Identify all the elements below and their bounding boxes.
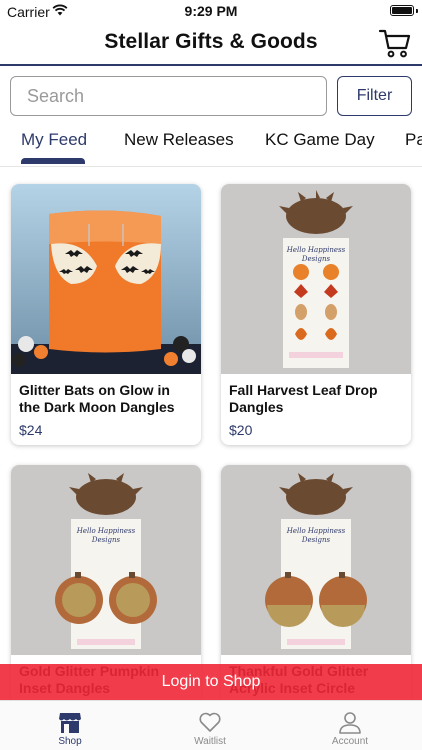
tabbar-item-account[interactable]: Account bbox=[280, 701, 420, 750]
tabbar-label: Account bbox=[331, 736, 369, 747]
product-image: Hello Happiness Designs bbox=[221, 465, 411, 655]
category-tabs: My Feed New Releases KC Game Day Pa bbox=[0, 122, 422, 166]
svg-text:Designs: Designs bbox=[91, 536, 121, 544]
filter-button[interactable]: Filter bbox=[337, 76, 412, 116]
product-title: Glitter Bats on Glow in the Dark Moon Da… bbox=[19, 382, 175, 415]
page-title: Stellar Gifts & Goods bbox=[104, 30, 318, 53]
active-tab-indicator bbox=[21, 158, 85, 164]
tabbar-label: Waitlist bbox=[194, 736, 226, 747]
svg-text:Hello Happiness: Hello Happiness bbox=[76, 527, 136, 535]
status-bar: Carrier 9:29 PM bbox=[0, 0, 422, 24]
svg-text:Hello Happiness: Hello Happiness bbox=[286, 527, 346, 535]
tab-bar: Shop Waitlist Account bbox=[0, 700, 422, 750]
product-price: $24 bbox=[19, 422, 43, 438]
svg-text:Designs: Designs bbox=[301, 536, 331, 544]
tabbar-item-waitlist[interactable]: Waitlist bbox=[140, 701, 280, 750]
product-card[interactable]: Glitter Bats on Glow in the Dark Moon Da… bbox=[11, 184, 201, 445]
tabbar-item-shop[interactable]: Shop bbox=[0, 701, 140, 750]
product-card[interactable]: Hello Happiness Designs Fall Harvest Lea… bbox=[221, 184, 411, 445]
svg-text:Hello Happiness: Hello Happiness bbox=[286, 246, 346, 254]
product-price: $20 bbox=[229, 422, 253, 438]
search-input[interactable] bbox=[10, 76, 327, 116]
svg-text:Designs: Designs bbox=[301, 255, 331, 263]
product-image: Hello Happiness Designs bbox=[221, 184, 411, 374]
tabbar-label: Shop bbox=[58, 736, 82, 747]
cart-button[interactable] bbox=[378, 27, 412, 59]
navigation-bar: Stellar Gifts & Goods bbox=[0, 24, 422, 66]
cart-icon bbox=[378, 29, 411, 58]
product-image bbox=[11, 184, 201, 374]
tab-new-releases[interactable]: New Releases bbox=[124, 130, 234, 150]
heart-icon bbox=[199, 712, 221, 732]
tab-my-feed[interactable]: My Feed bbox=[21, 130, 87, 150]
battery-icon bbox=[390, 5, 414, 16]
login-to-shop-banner[interactable]: Login to Shop bbox=[0, 664, 422, 700]
shop-icon bbox=[59, 713, 81, 733]
product-title: Fall Harvest Leaf Drop Dangles bbox=[229, 382, 378, 415]
tab-partial[interactable]: Pa bbox=[405, 130, 422, 150]
status-time: 9:29 PM bbox=[184, 3, 238, 19]
person-icon bbox=[339, 712, 361, 734]
product-image: Hello Happiness Designs bbox=[11, 465, 201, 655]
tab-kc-game-day[interactable]: KC Game Day bbox=[265, 130, 375, 150]
